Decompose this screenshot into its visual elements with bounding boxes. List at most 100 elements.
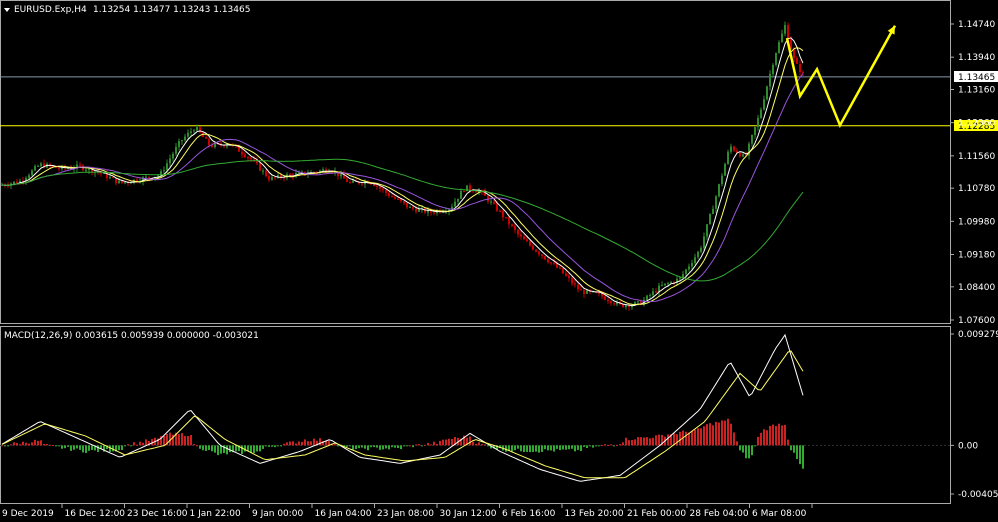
candle-body bbox=[58, 168, 60, 170]
candle-body bbox=[655, 291, 657, 293]
candle-body bbox=[490, 201, 492, 203]
candle-body bbox=[241, 151, 243, 155]
candle-body bbox=[775, 53, 777, 65]
macd-histogram-bar bbox=[487, 445, 489, 447]
candle-body bbox=[556, 263, 558, 268]
macd-histogram-bar bbox=[451, 438, 453, 446]
candle-body bbox=[148, 176, 150, 178]
macd-axis-label: -0.004053 bbox=[958, 490, 998, 500]
macd-histogram-bar bbox=[652, 437, 654, 446]
candle-body bbox=[79, 164, 81, 166]
candle-body bbox=[526, 239, 528, 242]
macd-histogram-bar bbox=[91, 445, 93, 451]
candle-body bbox=[646, 295, 648, 300]
candle-body bbox=[190, 131, 192, 133]
candle-body bbox=[13, 181, 15, 184]
candle-body bbox=[577, 284, 579, 290]
candle-body bbox=[499, 210, 501, 212]
candle-body bbox=[196, 127, 198, 131]
candle-body bbox=[400, 199, 402, 202]
candle-body bbox=[529, 241, 531, 246]
candle-body bbox=[718, 184, 720, 197]
macd-histogram-bar bbox=[529, 445, 531, 453]
macd-histogram-bar bbox=[511, 445, 513, 452]
macd-histogram-bar bbox=[634, 439, 636, 446]
macd-histogram-bar bbox=[16, 442, 18, 446]
macd-histogram-bar bbox=[604, 444, 606, 446]
price-axis-label: 1.08400 bbox=[958, 283, 995, 293]
candle-body bbox=[784, 25, 786, 34]
candle-body bbox=[34, 166, 36, 171]
time-axis-label: 6 Mar 08:00 bbox=[752, 509, 807, 519]
macd-histogram-bar bbox=[310, 441, 312, 446]
macd-histogram-bar bbox=[733, 432, 735, 446]
candle-body bbox=[754, 127, 756, 135]
macd-histogram-bar bbox=[244, 445, 246, 452]
macd-histogram-bar bbox=[235, 445, 237, 452]
candle-body bbox=[85, 169, 87, 171]
macd-histogram-bar bbox=[640, 437, 642, 446]
candle-body bbox=[259, 163, 261, 171]
macd-histogram-bar bbox=[655, 435, 657, 446]
candle-body bbox=[124, 182, 126, 184]
candle-body bbox=[511, 224, 513, 226]
macd-histogram-bar bbox=[586, 445, 588, 449]
candle-body bbox=[340, 174, 342, 177]
candle-body bbox=[118, 181, 120, 184]
candle-body bbox=[166, 163, 168, 171]
macd-histogram-bar bbox=[556, 445, 558, 449]
macd-histogram-bar bbox=[418, 444, 420, 446]
time-axis-label: 23 Jan 08:00 bbox=[377, 509, 434, 519]
macd-histogram-bar bbox=[199, 445, 201, 449]
macd-histogram-bar bbox=[769, 425, 771, 446]
macd-histogram-bar bbox=[541, 445, 543, 452]
macd-histogram-bar bbox=[532, 445, 534, 452]
candle-body bbox=[505, 217, 507, 219]
macd-histogram-bar bbox=[253, 445, 255, 454]
macd-histogram-bar bbox=[262, 445, 264, 449]
macd-histogram-bar bbox=[205, 445, 207, 451]
macd-histogram-bar bbox=[70, 445, 72, 451]
candle-body bbox=[385, 189, 387, 193]
candle-body bbox=[703, 236, 705, 248]
candle-body bbox=[757, 117, 759, 128]
candle-body bbox=[727, 151, 729, 164]
macd-histogram-bar bbox=[439, 440, 441, 446]
macd-axis-label: 0.009279 bbox=[958, 330, 998, 340]
macd-histogram-bar bbox=[739, 445, 741, 451]
candle-body bbox=[535, 249, 537, 252]
candle-body bbox=[697, 251, 699, 258]
candle-body bbox=[40, 163, 42, 166]
macd-histogram-bar bbox=[406, 445, 408, 447]
candle-body bbox=[28, 175, 30, 179]
price-axis: 1.14740 1.13940 1.13160 1.12360 1.11560 1.107… bbox=[950, 20, 995, 326]
candle-body bbox=[418, 208, 420, 212]
candle-body bbox=[454, 201, 456, 207]
macd-histogram-bar bbox=[646, 437, 648, 446]
candle-body bbox=[388, 192, 390, 197]
price-axis-label: 1.09980 bbox=[958, 217, 995, 227]
candle-body bbox=[541, 254, 543, 257]
macd-histogram-bar bbox=[367, 445, 369, 451]
candle-body bbox=[460, 191, 462, 199]
macd-histogram-bar bbox=[547, 445, 549, 451]
macd-histogram-bar bbox=[427, 442, 429, 446]
macd-histogram-bar bbox=[772, 424, 774, 446]
macd-histogram-bar bbox=[43, 444, 45, 446]
macd-histogram-bar bbox=[25, 442, 27, 446]
candle-body bbox=[247, 157, 249, 159]
macd-histogram-bar bbox=[241, 445, 243, 455]
macd-histogram-bar bbox=[559, 445, 561, 451]
candle-body bbox=[187, 132, 189, 137]
macd-histogram-bar bbox=[505, 445, 507, 452]
macd-histogram-bar bbox=[754, 445, 756, 447]
macd-histogram-bar bbox=[82, 445, 84, 453]
candle-body bbox=[691, 263, 693, 267]
candle-body bbox=[514, 225, 516, 230]
macd-histogram-bar bbox=[793, 445, 795, 453]
candle-body bbox=[742, 154, 744, 157]
trading-chart[interactable]: EURUSD.Exp,H4 1.13254 1.13477 1.13243 1.… bbox=[0, 0, 998, 522]
macd-histogram-bar bbox=[145, 439, 147, 446]
candle-body bbox=[544, 256, 546, 260]
macd-axis-label: 0.00 bbox=[958, 441, 978, 451]
